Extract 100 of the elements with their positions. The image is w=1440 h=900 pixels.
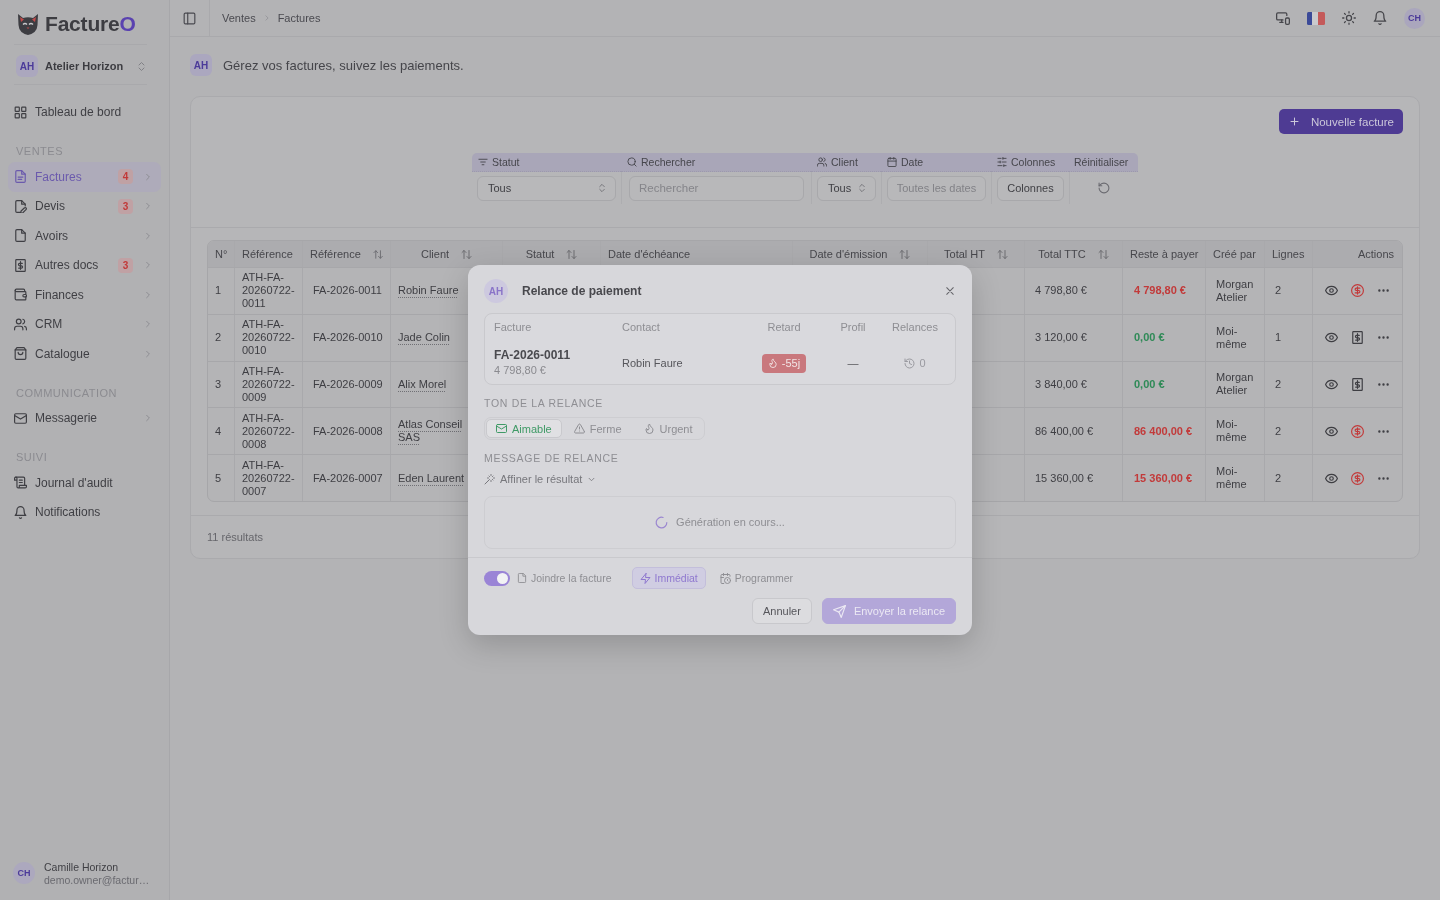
field-label: Facture [494, 320, 532, 335]
eye-icon[interactable] [1325, 424, 1338, 438]
nav-item[interactable]: Devis 3 [8, 191, 161, 221]
cancel-button[interactable]: Annuler [751, 598, 812, 624]
users-icon [817, 157, 827, 167]
nav-item[interactable]: Factures 4 [8, 162, 161, 192]
dollar-circle-icon[interactable] [1351, 424, 1364, 438]
send-icon [832, 604, 846, 618]
client-link[interactable]: Atlas Conseil SAS [398, 418, 466, 445]
table-cell: 2 [1264, 268, 1312, 314]
filter-label: Colonnes [1011, 156, 1056, 168]
reset-icon[interactable] [1098, 182, 1110, 194]
filter-label: Date [901, 156, 924, 168]
cat-logo-icon [18, 13, 38, 35]
sun-icon[interactable] [1342, 11, 1356, 25]
column-header[interactable]: Total TTC [1024, 241, 1122, 267]
flag-icon[interactable] [1307, 11, 1325, 25]
nav-item[interactable]: Finances [8, 280, 161, 310]
filter-label: Client [831, 156, 858, 168]
bell-icon[interactable] [1373, 11, 1387, 25]
column-header: Lignes [1264, 241, 1312, 267]
nav-item[interactable]: Avoirs [8, 221, 161, 251]
eye-icon[interactable] [1325, 331, 1338, 345]
invoice-amount: 4 798,80 € [494, 363, 547, 379]
sort-icon [997, 248, 1008, 260]
eye-icon[interactable] [1325, 284, 1338, 298]
panel-toggle-icon[interactable] [183, 11, 196, 25]
client-link[interactable]: Robin Faure [398, 284, 459, 298]
refine-toggle[interactable]: Affiner le résultat [484, 468, 597, 491]
nav-item[interactable]: Messagerie [8, 403, 161, 433]
table-cell: 86 400,00 € [1024, 408, 1122, 455]
sort-icon [1097, 248, 1109, 260]
client-select[interactable]: Tous [817, 175, 877, 201]
file-icon [517, 573, 527, 583]
nav-item[interactable]: CRM [8, 309, 161, 339]
column-header: N° [214, 247, 229, 262]
toggle-switch[interactable] [484, 570, 510, 586]
table-cell-text: 5 [214, 470, 223, 486]
new-invoice-button[interactable]: Nouvelle facture [1278, 109, 1403, 134]
plus-icon [1288, 116, 1300, 127]
eye-icon[interactable] [1325, 378, 1338, 391]
field-label: Retard [767, 320, 801, 335]
client-link[interactable]: Jade Colin [398, 331, 450, 345]
sliders-icon [997, 157, 1007, 167]
user-name: Camille Horizon [44, 860, 120, 873]
flame-icon [643, 423, 655, 435]
dollar-circle-icon[interactable] [1351, 471, 1364, 485]
field-label: Relances [892, 320, 938, 335]
wand-icon [484, 473, 495, 485]
bell-icon [14, 505, 27, 519]
table-cell-text: 3 [214, 377, 223, 392]
chevron-right-icon [143, 171, 153, 182]
receipt-dollar-icon [14, 258, 27, 272]
close-icon[interactable] [944, 285, 956, 298]
users-icon [14, 317, 27, 331]
sort-icon [899, 248, 911, 260]
filter-label: Statut [492, 156, 520, 168]
filter-label: Rechercher [641, 156, 696, 168]
nav-item[interactable]: Journal d'audit [8, 468, 161, 498]
status-select[interactable]: Tous [477, 175, 616, 201]
sender-avatar: AH [484, 279, 508, 304]
results-count: 11 résultats [207, 531, 264, 543]
history-icon [904, 357, 916, 369]
bag-icon [14, 347, 27, 361]
table-cell-text: 1 [214, 283, 223, 299]
table-cell: FA-2026-0009 [302, 361, 390, 408]
column-header: Créé par [1205, 241, 1264, 267]
tone-option[interactable]: Aimable [486, 419, 562, 439]
table-cell: 0,00 € [1122, 361, 1205, 408]
table-cell: 86 400,00 € [1122, 408, 1205, 455]
table-cell: ATH-FA-20260722-0009 [234, 361, 302, 408]
sort-icon [372, 248, 383, 260]
table-cell: 1 [1264, 314, 1312, 361]
user-avatar[interactable]: CH [1404, 7, 1425, 29]
columns-button[interactable]: Colonnes [997, 175, 1064, 201]
devices-icon[interactable] [1276, 11, 1290, 25]
table-cell: FA-2026-0011 [302, 268, 390, 314]
nav-item[interactable]: Autres docs 3 [8, 250, 161, 280]
nav-item[interactable]: Catalogue [8, 339, 161, 369]
column-header[interactable]: Référence [302, 241, 390, 267]
client-link[interactable]: Eden Laurent [398, 471, 465, 485]
user-avatar[interactable]: CH [13, 862, 35, 884]
breadcrumb-link[interactable]: Ventes [222, 12, 256, 24]
chevron-right-icon [262, 14, 271, 22]
eye-icon[interactable] [1325, 471, 1338, 485]
workspace-switcher[interactable]: AH Atelier Horizon [16, 53, 147, 79]
calendar-clock-icon [719, 572, 731, 584]
table-cell: 2 [1264, 361, 1312, 408]
lightning-icon [639, 572, 651, 584]
grid-icon [14, 105, 27, 119]
receipt-dollar-icon[interactable] [1351, 378, 1364, 391]
nav-item[interactable]: Notifications [8, 497, 161, 527]
nav-item[interactable]: Tableau de bord [8, 97, 161, 127]
workspace-avatar: AH [16, 55, 38, 77]
client-link[interactable]: Alix Morel [398, 378, 447, 391]
table-cell: ATH-FA-20260722-0008 [234, 408, 302, 455]
scroll-icon [14, 476, 27, 490]
dollar-circle-icon[interactable] [1351, 284, 1364, 298]
receipt-dollar-icon[interactable] [1351, 331, 1364, 345]
search-icon [627, 157, 637, 167]
